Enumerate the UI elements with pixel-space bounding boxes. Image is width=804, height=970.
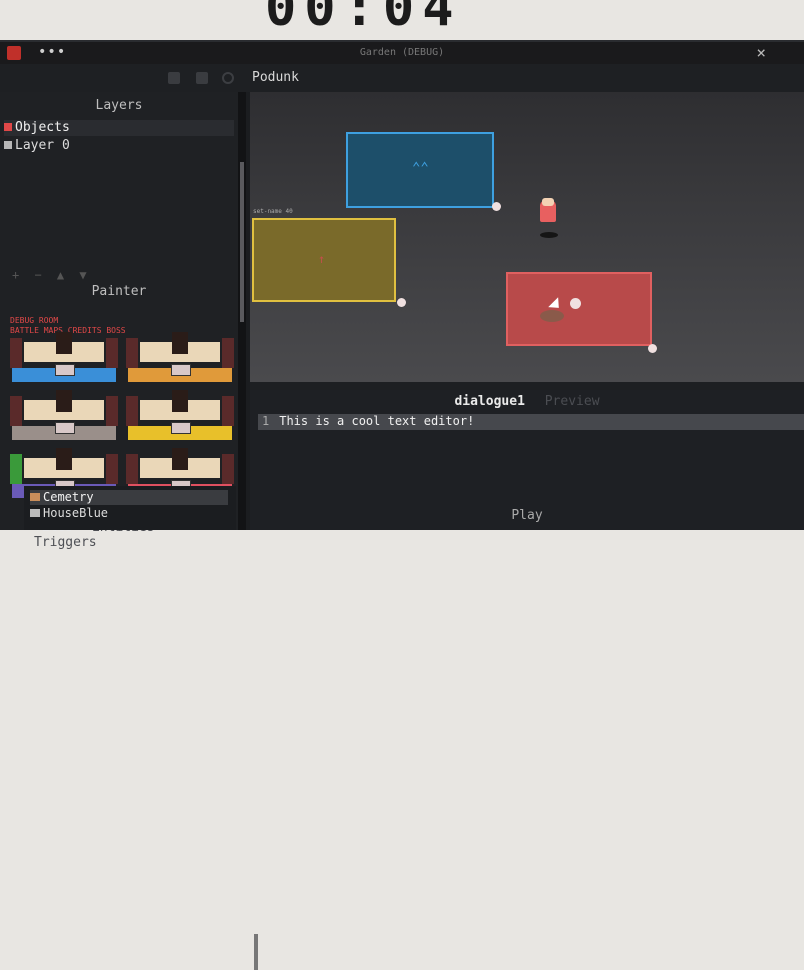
project-name: Podunk <box>252 70 299 85</box>
layer-item-layer-0[interactable]: Layer 0 <box>4 138 234 154</box>
layer-label: Objects <box>15 120 70 135</box>
chevron-up-icon: ⌃⌃ <box>412 160 429 176</box>
house-tile-grey[interactable] <box>10 390 118 444</box>
house-tile-blue[interactable] <box>10 332 118 386</box>
trigger-zone-yellow[interactable]: ↑ <box>252 218 396 302</box>
tab-preview[interactable]: Preview <box>545 394 600 409</box>
line-text: This is a cool text editor! <box>279 414 475 428</box>
layer-controls[interactable]: + − ▲ ▼ <box>12 268 91 282</box>
house-tile-orange[interactable] <box>126 332 234 386</box>
folder-icon[interactable] <box>168 72 180 84</box>
play-button[interactable]: Play <box>250 508 804 523</box>
gear-icon[interactable] <box>222 72 234 84</box>
line-number: 1 <box>262 414 270 428</box>
layer-marker-icon <box>4 141 12 149</box>
layers-title: Layers <box>95 98 143 113</box>
clock-display: 00:04 <box>265 0 462 38</box>
house-tile-yellow[interactable] <box>126 390 234 444</box>
list-item-label: Cemetry <box>43 490 94 504</box>
npc-shadow <box>540 232 558 238</box>
list-scrollbar[interactable] <box>254 934 258 970</box>
list-item[interactable]: Cemetry <box>30 490 228 505</box>
app-window: ••• Garden (DEBUG) × Podunk Layers Objec… <box>0 40 804 970</box>
zone-resize-handle[interactable] <box>492 202 501 211</box>
editor-tabs: dialogue1 Preview <box>250 394 804 409</box>
tileset-list: Cemetry HouseBlue <box>24 486 258 970</box>
tab-triggers[interactable]: Triggers <box>34 535 97 550</box>
map-viewport[interactable]: ⌃⌃ set-name 40 ↑ <box>250 92 804 382</box>
title-bar: ••• Garden (DEBUG) × <box>0 42 804 64</box>
zone-name-label: set-name 40 <box>253 208 293 215</box>
left-panel: Layers Objects Layer 0 + − ▲ ▼ Painter D… <box>0 92 238 550</box>
layer-label: Layer 0 <box>15 138 70 153</box>
npc-face <box>542 198 554 206</box>
layer-marker-icon <box>4 123 12 131</box>
toolbar: Podunk <box>0 64 804 92</box>
left-panel-scrollbar[interactable] <box>240 162 244 322</box>
close-icon[interactable]: × <box>756 43 766 62</box>
editor-divider[interactable] <box>250 382 804 390</box>
save-icon[interactable] <box>196 72 208 84</box>
zone-resize-handle[interactable] <box>648 344 657 353</box>
tileset-icon <box>30 493 40 501</box>
marker-icon: ↑ <box>318 252 326 266</box>
tile-palette <box>10 332 238 502</box>
editor-line[interactable]: 1 This is a cool text editor! <box>258 414 804 430</box>
trigger-zone-blue[interactable]: ⌃⌃ <box>346 132 494 208</box>
tab-dialogue1[interactable]: dialogue1 <box>454 394 524 409</box>
list-item[interactable]: HouseBlue <box>30 506 228 521</box>
house-icon <box>30 509 40 517</box>
zone-resize-handle[interactable] <box>570 298 581 309</box>
painter-title: Painter <box>91 284 147 299</box>
layer-item-objects[interactable]: Objects <box>4 120 234 136</box>
zone-resize-handle[interactable] <box>397 298 406 307</box>
category-label[interactable]: DEBUG ROOM <box>10 316 126 326</box>
dialogue-editor: dialogue1 Preview 1 This is a cool text e… <box>250 390 804 530</box>
trigger-zone-red[interactable] <box>506 272 652 346</box>
list-item-label: HouseBlue <box>43 506 109 520</box>
window-title: Garden (DEBUG) <box>359 47 445 58</box>
